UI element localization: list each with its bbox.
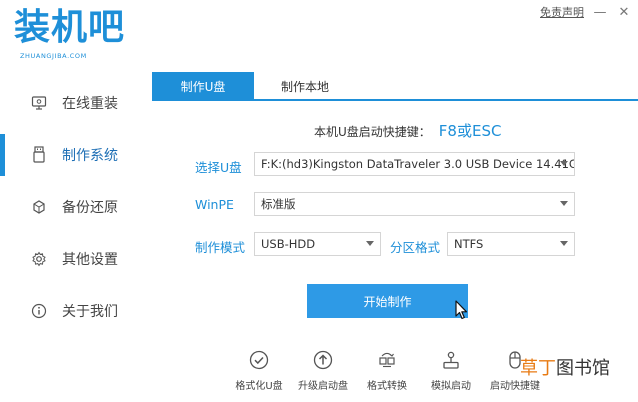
partition-label: 分区格式 [390, 240, 441, 255]
winpe-label: WinPE [195, 197, 234, 212]
watermark-part-1: 草丁 [520, 358, 556, 379]
chevron-down-icon [560, 241, 568, 246]
tab-make-local[interactable]: 制作本地 [254, 72, 356, 101]
logo-subtitle: ZHUANGJIBA.COM [20, 52, 87, 60]
tool-label: 升级启动盘 [298, 381, 348, 392]
tab-bar: 制作U盘 制作本地 [152, 72, 638, 101]
sidebar-item-backup-restore[interactable]: 备份还原 [0, 182, 150, 232]
partition-select[interactable]: NTFS [447, 232, 575, 256]
convert-icon [377, 350, 397, 370]
chevron-down-icon [560, 161, 568, 166]
logo-text: 装机吧 [14, 7, 126, 48]
partition-value: NTFS [454, 237, 484, 251]
sidebar: 在线重装 制作系统 备份还原 其他设置 关于我们 [0, 72, 150, 402]
winpe-select[interactable]: 标准版 [254, 192, 575, 216]
app-logo: 装机吧 ZHUANGJIBA.COM [14, 6, 134, 64]
sidebar-item-other-settings[interactable]: 其他设置 [0, 234, 150, 284]
watermark-part-2: 图书馆 [556, 358, 610, 379]
usb-select-label: 选择U盘 [195, 160, 242, 175]
tool-format-usb[interactable]: 格式化U盘 [226, 350, 292, 394]
mode-label: 制作模式 [195, 240, 246, 255]
info-icon [30, 302, 48, 320]
disclaimer-link[interactable]: 免责声明 [540, 4, 584, 20]
chevron-down-icon [366, 241, 374, 246]
sidebar-item-label: 在线重装 [62, 96, 118, 112]
settings-icon [30, 250, 48, 268]
monitor-icon [30, 94, 48, 112]
usb-icon [30, 146, 48, 164]
tool-label: 模拟启动 [431, 381, 471, 392]
hotkey-label: 本机U盘启动快捷键： [314, 125, 431, 139]
tool-label: 格式化U盘 [235, 381, 283, 392]
mouse-cursor-icon [455, 300, 468, 320]
upgrade-icon [313, 350, 333, 370]
joystick-icon [441, 350, 461, 370]
hotkey-value: F8或ESC [438, 122, 502, 140]
close-button[interactable]: ✕ [616, 4, 632, 20]
minimize-button[interactable]: — [592, 4, 608, 20]
mode-select[interactable]: USB-HDD [254, 232, 381, 256]
sidebar-item-online-reinstall[interactable]: 在线重装 [0, 78, 150, 128]
backup-icon [30, 198, 48, 216]
sidebar-item-make-system[interactable]: 制作系统 [0, 130, 150, 180]
window-controls: 免责声明 — ✕ [540, 4, 632, 20]
watermark: 草丁 图书馆 [520, 352, 636, 382]
check-circle-icon [249, 350, 269, 370]
winpe-value: 标准版 [261, 197, 296, 211]
mode-value: USB-HDD [261, 237, 316, 251]
start-make-button[interactable]: 开始制作 [307, 284, 468, 318]
usb-device-select[interactable]: F:K:(hd3)Kingston DataTraveler 3.0 USB D… [254, 152, 575, 176]
tool-upgrade-boot-disk[interactable]: 升级启动盘 [290, 350, 356, 394]
tool-simulate-boot[interactable]: 模拟启动 [418, 350, 484, 394]
tool-format-convert[interactable]: 格式转换 [354, 350, 420, 394]
chevron-down-icon [560, 201, 568, 206]
tab-make-usb[interactable]: 制作U盘 [152, 72, 254, 101]
tool-label: 格式转换 [367, 381, 407, 392]
sidebar-item-label: 关于我们 [62, 304, 118, 320]
sidebar-item-about-us[interactable]: 关于我们 [0, 286, 150, 336]
hotkey-info: 本机U盘启动快捷键： F8或ESC [314, 120, 501, 141]
sidebar-item-label: 制作系统 [62, 148, 118, 164]
sidebar-item-label: 备份还原 [62, 200, 118, 216]
usb-device-value: F:K:(hd3)Kingston DataTraveler 3.0 USB D… [261, 157, 575, 171]
sidebar-item-label: 其他设置 [62, 252, 118, 268]
